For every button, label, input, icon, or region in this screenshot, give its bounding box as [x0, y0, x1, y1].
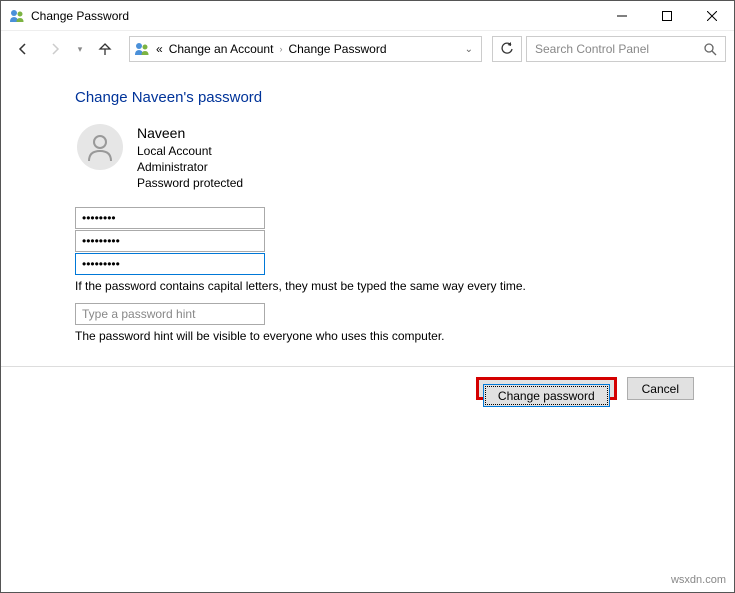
avatar [77, 124, 123, 170]
close-button[interactable] [689, 1, 734, 30]
recent-dropdown-icon[interactable]: ▾ [73, 35, 87, 63]
minimize-button[interactable] [599, 1, 644, 30]
titlebar: Change Password [1, 1, 734, 31]
cancel-button[interactable]: Cancel [627, 377, 694, 400]
change-password-button[interactable]: Change password [483, 384, 610, 407]
back-button[interactable] [9, 35, 37, 63]
new-password-field[interactable] [75, 230, 265, 252]
user-accounts-icon [134, 41, 150, 57]
address-bar[interactable]: « Change an Account › Change Password ⌄ [129, 36, 482, 62]
address-dropdown-icon[interactable]: ⌄ [461, 44, 477, 55]
search-input[interactable]: Search Control Panel [526, 36, 726, 62]
user-info-text: Naveen Local Account Administrator Passw… [137, 124, 243, 191]
content-area: Change Naveen's password Naveen Local Ac… [1, 67, 734, 343]
user-info-block: Naveen Local Account Administrator Passw… [77, 124, 734, 191]
search-icon [704, 43, 717, 56]
search-placeholder: Search Control Panel [535, 42, 649, 56]
user-role: Administrator [137, 159, 243, 175]
user-status: Password protected [137, 175, 243, 191]
current-password-field[interactable] [75, 207, 265, 229]
watermark: wsxdn.com [671, 574, 726, 586]
footer-separator [1, 366, 734, 367]
breadcrumb-change-password[interactable]: Change Password [288, 42, 386, 56]
user-accounts-icon [9, 8, 25, 24]
highlight-box: Change password [476, 377, 617, 400]
window: Change Password ▾ [0, 0, 735, 593]
page-title: Change Naveen's password [75, 89, 734, 106]
chevron-right-icon: › [279, 44, 282, 54]
hint-note: The password hint will be visible to eve… [75, 329, 734, 343]
button-row: Change password Cancel [476, 377, 694, 400]
password-hint-field[interactable] [75, 303, 265, 325]
user-name: Naveen [137, 124, 243, 143]
user-account-type: Local Account [137, 143, 243, 159]
navigation-bar: ▾ « Change an Account › Change Password … [1, 31, 734, 67]
breadcrumb-prefix[interactable]: « [156, 42, 163, 56]
refresh-button[interactable] [492, 36, 522, 62]
window-title: Change Password [31, 9, 129, 23]
confirm-password-field[interactable] [75, 253, 265, 275]
breadcrumb-change-account[interactable]: Change an Account [169, 42, 274, 56]
up-button[interactable] [91, 35, 119, 63]
forward-button[interactable] [41, 35, 69, 63]
maximize-button[interactable] [644, 1, 689, 30]
caps-note: If the password contains capital letters… [75, 279, 734, 293]
window-controls [599, 1, 734, 30]
